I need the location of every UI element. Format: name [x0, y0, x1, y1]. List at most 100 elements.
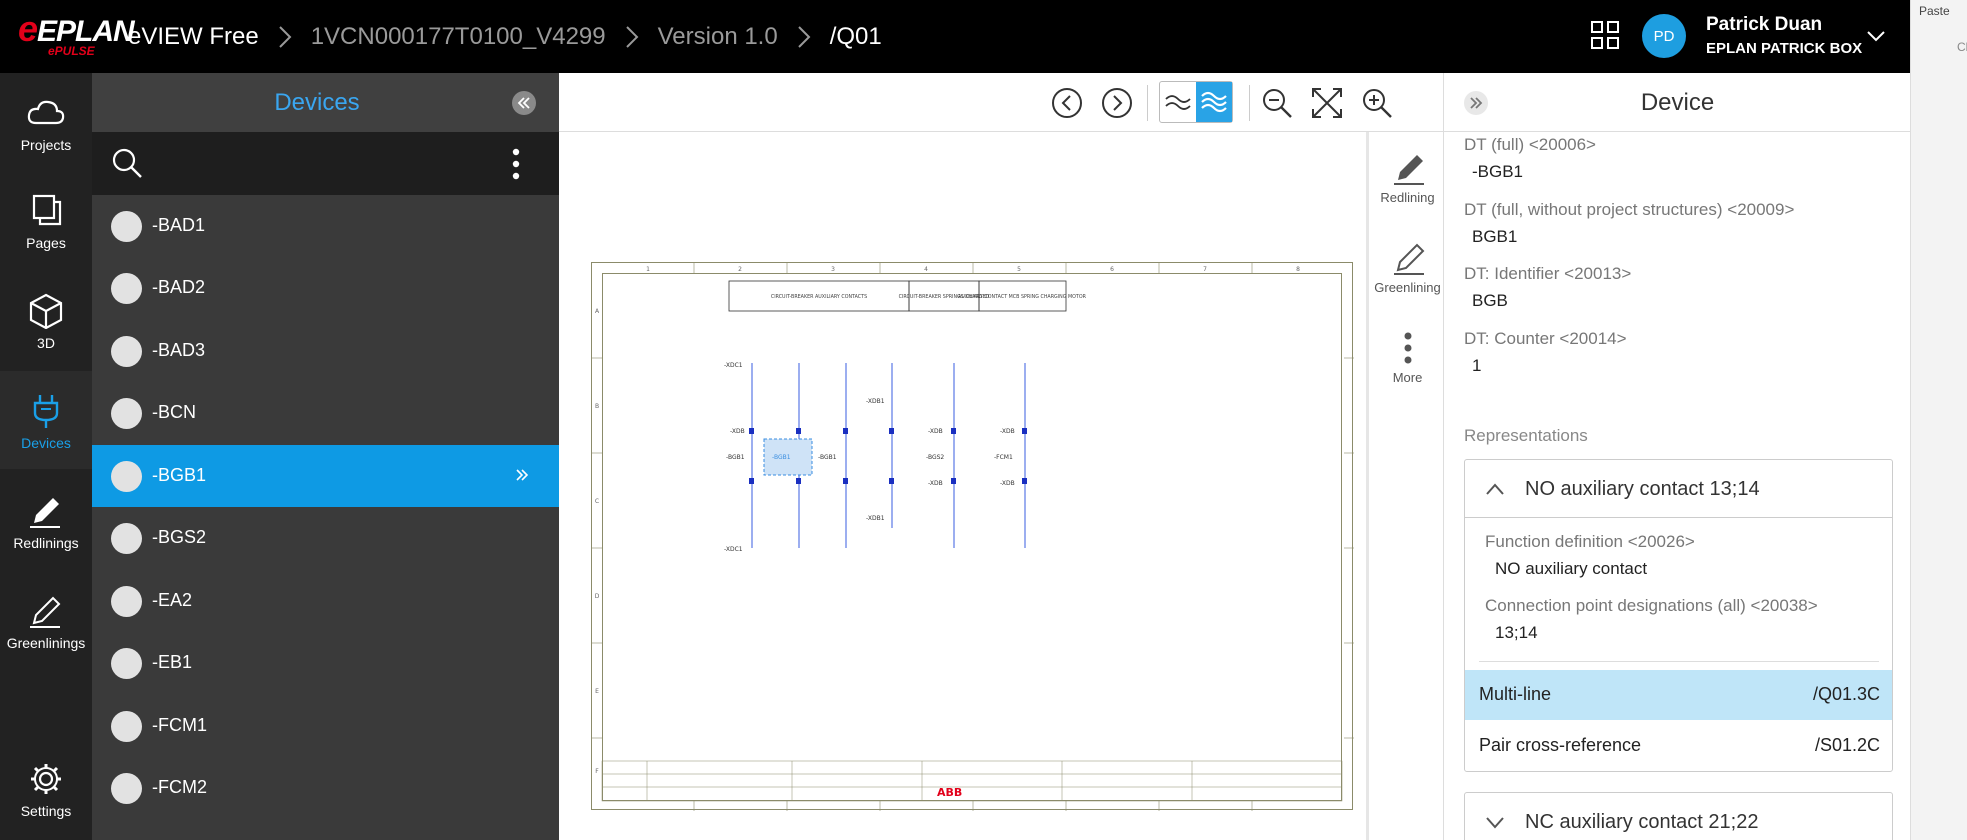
row-letter: A	[595, 308, 600, 315]
more-vertical-icon	[1404, 332, 1411, 364]
rail-item-3d[interactable]: 3D	[0, 271, 92, 369]
device-tag[interactable]: -XDB	[928, 428, 943, 435]
redlining-tool[interactable]: Redlining	[1369, 150, 1446, 205]
property-label: DT: Identifier <20013>	[1464, 264, 1632, 283]
card-header[interactable]: NC auxiliary contact 21;22	[1465, 793, 1892, 840]
device-panel-header: Device	[1444, 73, 1910, 132]
device-tag[interactable]: -XDB	[1000, 480, 1015, 487]
rail-item-projects[interactable]: Projects	[0, 73, 92, 171]
next-page-button[interactable]	[1099, 85, 1135, 121]
device-tag[interactable]: -XDC1	[724, 546, 743, 553]
list-item[interactable]: -EA2	[92, 570, 559, 632]
device-tag-selected[interactable]: -BGB1	[772, 454, 791, 461]
toolbar-divider	[1147, 85, 1148, 121]
card-header[interactable]: NO auxiliary contact 13;14	[1465, 460, 1892, 518]
chevron-down-icon	[1486, 817, 1504, 829]
property-value: 1	[1472, 356, 1482, 375]
double-chevron-right-icon[interactable]	[514, 467, 530, 483]
fit-to-screen-button[interactable]	[1309, 85, 1345, 121]
rail-label: 3D	[37, 335, 55, 351]
pen-icon	[30, 498, 60, 528]
list-item[interactable]: -BCN	[92, 382, 559, 444]
property-label: DT (full) <20006>	[1464, 135, 1596, 154]
devices-panel: Devices -BAD1 -BAD2 -BAD3 -BCN -BGB1 -BG…	[92, 73, 559, 840]
status-circle	[111, 273, 142, 304]
avatar[interactable]: PD	[1642, 14, 1686, 58]
device-name: -BAD3	[152, 340, 206, 360]
toolbar-divider	[1249, 85, 1250, 121]
rail-label: Greenlinings	[6, 635, 86, 651]
nav-rail: Projects Pages 3D Devices Redlinings Gre…	[0, 73, 92, 840]
search-icon[interactable]	[110, 146, 144, 180]
column-number: 7	[1203, 266, 1207, 273]
multi-line-button[interactable]	[1196, 82, 1232, 122]
device-tag[interactable]: -XDB	[1000, 428, 1015, 435]
rail-label: Projects	[20, 137, 72, 153]
eplan-logo[interactable]: eEPLAN ePULSE	[18, 11, 135, 59]
line-mode-toggle[interactable]	[1159, 81, 1233, 123]
device-tag[interactable]: -XDB1	[866, 515, 885, 522]
card-title: NC auxiliary contact 21;22	[1525, 811, 1759, 833]
fit-screen-icon	[1312, 88, 1342, 118]
device-tag[interactable]: -XDB1	[866, 398, 885, 405]
list-item[interactable]: -BAD2	[92, 257, 559, 319]
panel-title: Devices	[274, 89, 360, 116]
section-title: Representations	[1464, 426, 1588, 445]
row-letter: B	[595, 403, 599, 410]
rail-item-greenlinings[interactable]: Greenlinings	[0, 571, 92, 669]
list-item[interactable]: -EB1	[92, 632, 559, 694]
list-item[interactable]: -BAD1	[92, 195, 559, 257]
device-tag[interactable]: -FCM1	[994, 454, 1013, 461]
column-number: 3	[831, 266, 835, 273]
previous-page-button[interactable]	[1049, 85, 1085, 121]
rail-item-devices[interactable]: Devices	[0, 371, 92, 469]
list-item[interactable]: -BGS2	[92, 507, 559, 569]
device-tag[interactable]: -XDB	[730, 428, 745, 435]
user-organization[interactable]: EPLAN PATRICK BOX	[1706, 40, 1862, 57]
single-line-button[interactable]	[1160, 82, 1196, 122]
list-item[interactable]: -BAD3	[92, 320, 559, 382]
user-name[interactable]: Patrick Duan	[1706, 14, 1822, 36]
chevron-down-icon[interactable]	[1866, 28, 1886, 44]
drawing-canvas[interactable]: 1 2 3 4 5 6 7 8 A B C D E F CIRCUIT-BREA…	[559, 132, 1366, 840]
list-item-selected[interactable]: -BGB1	[92, 445, 559, 507]
pair-cross-reference-row[interactable]: Pair cross-reference /S01.2C	[1465, 721, 1892, 771]
collapse-panel-button[interactable]	[512, 91, 536, 115]
app-name[interactable]: eVIEW Free	[128, 23, 259, 51]
paste-label[interactable]: Paste	[1919, 4, 1950, 18]
column-number: 8	[1296, 266, 1300, 273]
background-app-strip: Paste Cli	[1910, 0, 1967, 840]
double-chevron-left-icon	[517, 97, 530, 109]
zoom-in-button[interactable]	[1359, 85, 1395, 121]
column-number: 1	[646, 266, 650, 273]
representation-card: NC auxiliary contact 21;22	[1464, 792, 1893, 840]
device-tag[interactable]: -XDC1	[724, 362, 743, 369]
list-item[interactable]: -FCM1	[92, 695, 559, 757]
breadcrumb-project[interactable]: 1VCN000177T0100_V4299	[311, 23, 606, 51]
device-tag[interactable]: -BGS2	[926, 454, 944, 461]
rail-item-settings[interactable]: Settings	[0, 739, 92, 837]
list-item[interactable]: -FCM2	[92, 757, 559, 819]
more-tool[interactable]: More	[1369, 330, 1446, 385]
device-tag[interactable]: -XDB	[928, 480, 943, 487]
property-label: DT (full, without project structures) <2…	[1464, 200, 1795, 219]
rail-item-redlinings[interactable]: Redlinings	[0, 471, 92, 569]
device-list: -BAD1 -BAD2 -BAD3 -BCN -BGB1 -BGS2 -EA2 …	[92, 195, 559, 840]
rail-item-pages[interactable]: Pages	[0, 171, 92, 269]
device-tag[interactable]: -BGB1	[726, 454, 745, 461]
device-tag[interactable]: -BGB1	[818, 454, 837, 461]
cube-icon	[29, 293, 63, 329]
status-circle	[111, 398, 142, 429]
schematic-sheet[interactable]: 1 2 3 4 5 6 7 8 A B C D E F CIRCUIT-BREA…	[591, 262, 1354, 811]
more-options-icon[interactable]	[512, 148, 520, 180]
annotation-tools: Redlining Greenlining More	[1366, 132, 1443, 840]
breadcrumb-page[interactable]: /Q01	[830, 23, 882, 51]
greenlining-tool[interactable]: Greenlining	[1369, 240, 1446, 295]
search-bar	[92, 132, 559, 195]
breadcrumb-version[interactable]: Version 1.0	[658, 23, 778, 51]
schematic-viewer: 1 2 3 4 5 6 7 8 A B C D E F CIRCUIT-BREA…	[559, 73, 1443, 840]
app-grid-icon[interactable]	[1590, 20, 1620, 50]
status-circle	[111, 773, 142, 804]
multi-line-row[interactable]: Multi-line /Q01.3C	[1465, 670, 1892, 720]
zoom-out-button[interactable]	[1259, 85, 1295, 121]
